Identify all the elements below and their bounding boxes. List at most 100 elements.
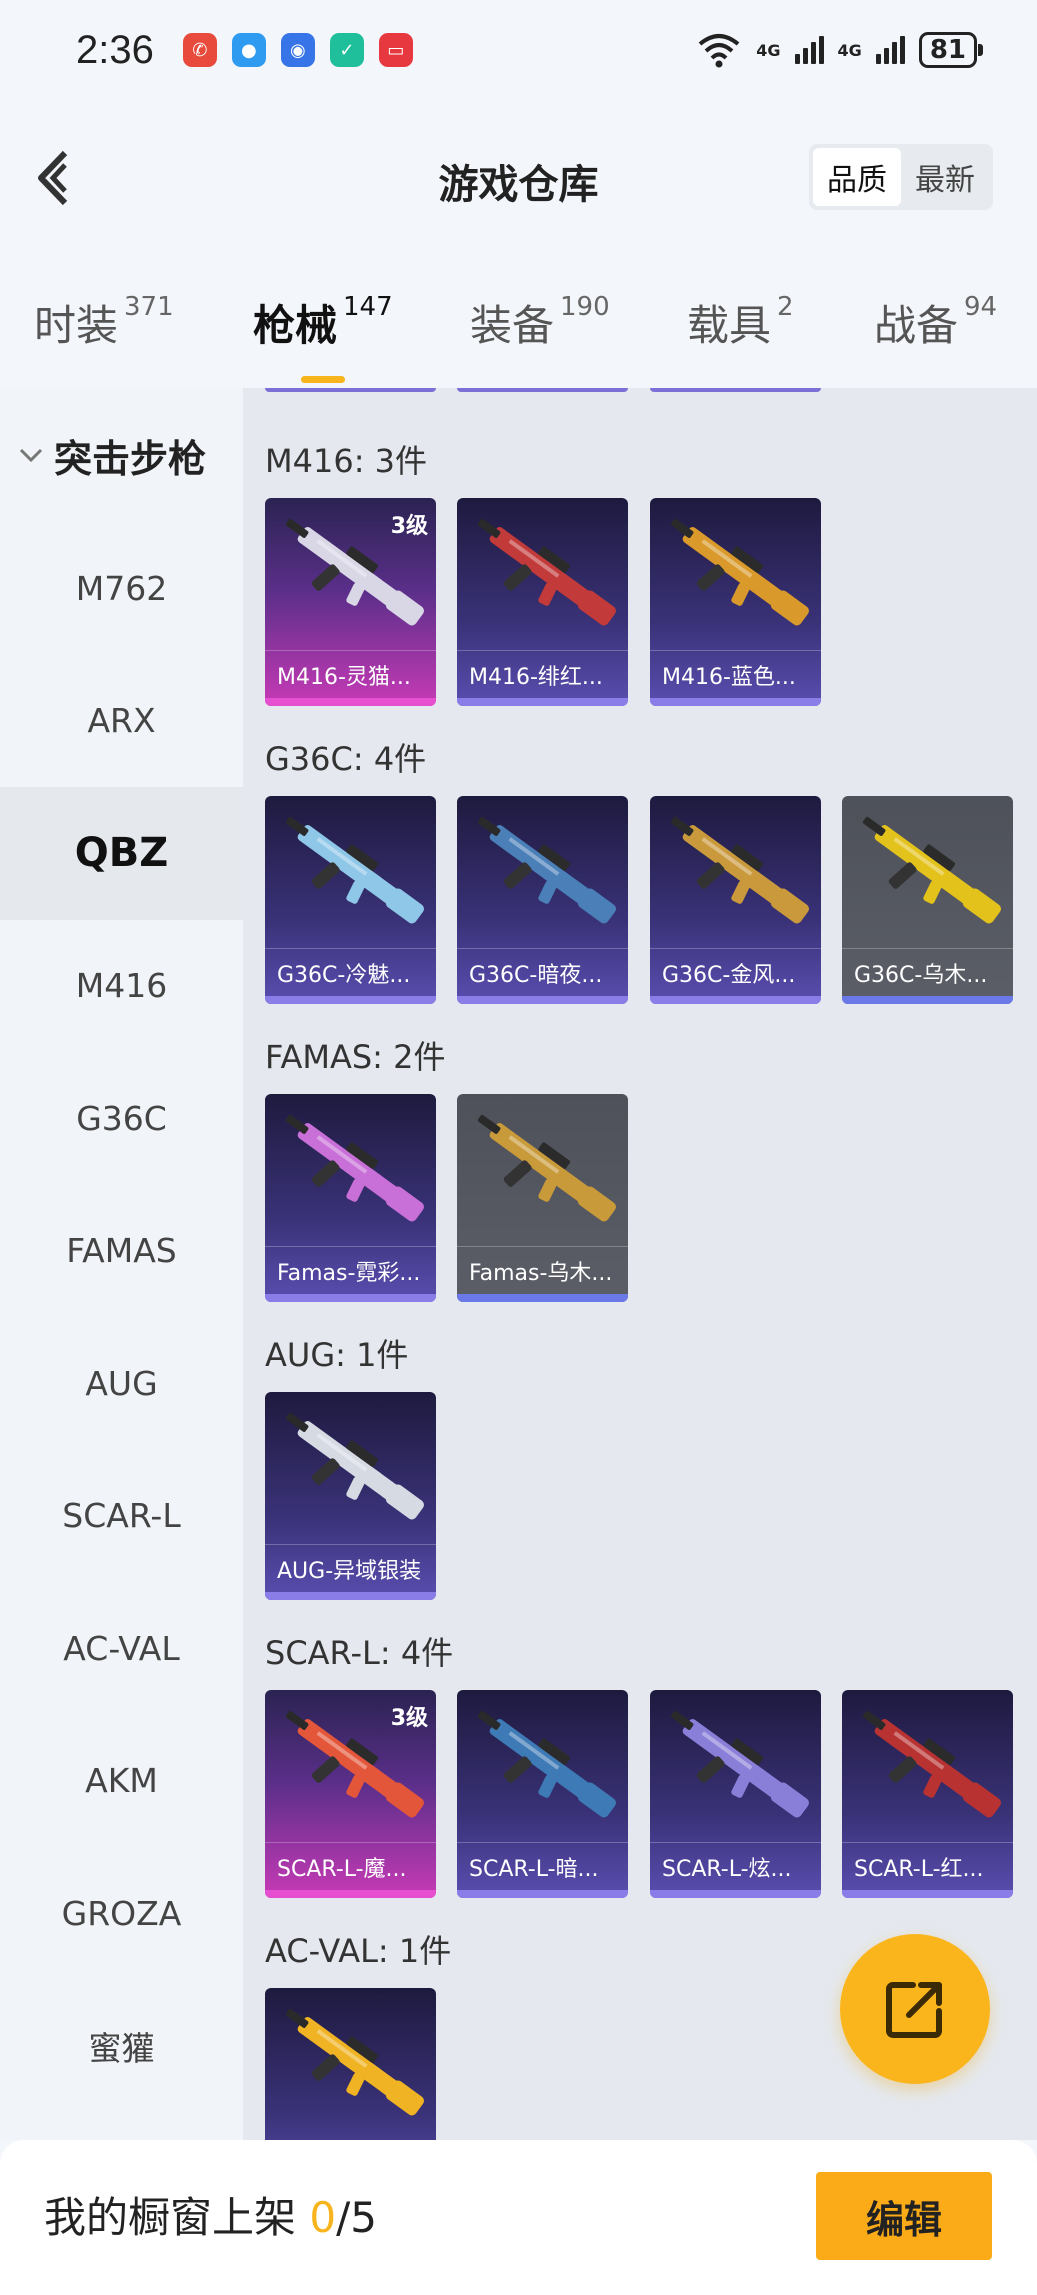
share-button[interactable]	[840, 1934, 990, 2084]
app-shield-icon: ◉	[280, 33, 315, 67]
sidebar-item-qbz[interactable]: QBZ	[0, 787, 243, 920]
group-label: AUG: 1件	[265, 1336, 409, 1374]
weapon-card[interactable]: G36C-暗夜...	[457, 796, 628, 1004]
sort-option-newest[interactable]: 最新	[901, 148, 989, 206]
tab-equipment[interactable]: 装备 190	[470, 292, 610, 353]
weapon-skin-image	[670, 816, 809, 924]
weapon-card[interactable]: Famas-霓彩...	[265, 1094, 436, 1302]
weapon-type-sidebar: 突击步枪 M762 ARX QBZ M416 G36C FAMAS AUG SC…	[0, 388, 243, 2140]
tab-costume[interactable]: 时装 371	[34, 292, 174, 353]
sidebar-item-aug[interactable]: AUG	[0, 1317, 243, 1450]
weapon-skin-image	[477, 518, 616, 626]
rarity-stripe	[265, 1294, 436, 1302]
rarity-stripe	[265, 698, 436, 706]
header: 游戏仓库 品质 最新	[0, 120, 1037, 235]
sidebar-item-g36c[interactable]: G36C	[0, 1052, 243, 1185]
rarity-stripe	[842, 1890, 1013, 1898]
weapon-grid[interactable]: M416: 3件 3级 M416-灵猫... M416-绯红... M416-蓝色...…	[243, 388, 1037, 2140]
group-label: AC-VAL: 1件	[265, 1932, 452, 1970]
showcase-status: 我的橱窗上架 0/5	[44, 2184, 377, 2245]
share-external-icon	[886, 1982, 942, 2038]
weapon-card[interactable]: SCAR-L-暗...	[457, 1690, 628, 1898]
sidebar-item-scar-l[interactable]: SCAR-L	[0, 1450, 243, 1583]
weapon-skin-image	[862, 1710, 1001, 1818]
sidebar-category-label: 突击步枪	[54, 436, 207, 481]
weapon-skin-image	[670, 518, 809, 626]
weapon-card[interactable]: G36C-冷魅...	[265, 796, 436, 1004]
tab-count: 147	[343, 292, 393, 322]
weapon-card-name: M416-蓝色...	[650, 650, 821, 698]
tab-supplies[interactable]: 战备 94	[874, 292, 997, 353]
weapon-card-name: SCAR-L-暗...	[457, 1842, 628, 1890]
battery-indicator: 81	[918, 32, 984, 68]
tab-vehicles[interactable]: 载具 2	[687, 292, 794, 353]
weapon-skin-image	[477, 816, 616, 924]
rarity-stripe	[457, 698, 628, 706]
sort-toggle: 品质 最新	[809, 144, 993, 210]
weapon-card-name: Famas-乌木...	[457, 1246, 628, 1294]
partial-card-edge	[650, 388, 821, 392]
sidebar-item-akm[interactable]: AKM	[0, 1715, 243, 1848]
sidebar-item-groza[interactable]: GROZA	[0, 1847, 243, 1980]
weapon-card[interactable]: SCAR-L-炫...	[650, 1690, 821, 1898]
weapon-card[interactable]: SCAR-L-红...	[842, 1690, 1013, 1898]
weapon-card-name: G36C-冷魅...	[265, 948, 436, 996]
security-check-icon: ✓	[329, 33, 364, 67]
weapon-card[interactable]	[265, 1988, 436, 2140]
weapon-card[interactable]: M416-蓝色...	[650, 498, 821, 706]
weapon-card-name: G36C-金风...	[650, 948, 821, 996]
showcase-bottom-bar: 我的橱窗上架 0/5 编辑	[0, 2140, 1037, 2295]
tab-label: 载具	[687, 301, 772, 350]
wifi-icon	[698, 34, 740, 68]
sidebar-item-honey-badger[interactable]: 蜜獾	[0, 1980, 243, 2113]
rarity-stripe	[457, 1294, 628, 1302]
weapon-card[interactable]: AUG-异域银装	[265, 1392, 436, 1600]
rarity-stripe	[457, 996, 628, 1004]
tab-count: 190	[560, 292, 610, 322]
tab-guns[interactable]: 枪械 147	[253, 292, 393, 383]
weapon-skin-image	[285, 1114, 424, 1222]
partial-card-edge	[265, 388, 436, 392]
showcase-total: /5	[336, 2193, 377, 2242]
edit-button[interactable]: 编辑	[816, 2172, 992, 2260]
chat-icon: ●	[231, 33, 266, 67]
weapon-card-name: M416-绯红...	[457, 650, 628, 698]
rarity-stripe	[265, 1890, 436, 1898]
sidebar-item-arx[interactable]: ARX	[0, 655, 243, 788]
skin-level-badge: 3级	[390, 514, 428, 539]
category-tabs: 时装 371 枪械 147 装备 190 载具 2 战备 94	[0, 270, 1037, 388]
rarity-stripe	[265, 996, 436, 1004]
group-label: G36C: 4件	[265, 740, 427, 778]
chevron-down-icon	[19, 448, 43, 463]
weapon-card[interactable]: 3级 M416-灵猫...	[265, 498, 436, 706]
signal-bars-icon	[794, 36, 824, 64]
rarity-stripe	[650, 996, 821, 1004]
sidebar-category-header[interactable]: 突击步枪	[0, 388, 243, 522]
weapon-skin-image	[285, 816, 424, 924]
tab-label: 战备	[874, 301, 959, 350]
weapon-card-name: AUG-异域银装	[265, 1544, 436, 1592]
tab-count: 94	[964, 292, 998, 322]
phone-missed-icon: ✆	[182, 33, 217, 67]
back-button[interactable]	[28, 148, 78, 208]
weapon-card[interactable]: G36C-金风...	[650, 796, 821, 1004]
tab-label: 枪械	[253, 301, 338, 350]
sidebar-item-famas[interactable]: FAMAS	[0, 1185, 243, 1318]
showcase-label: 我的橱窗上架	[44, 2193, 310, 2242]
tab-label: 时装	[34, 301, 119, 350]
weapon-card[interactable]: Famas-乌木...	[457, 1094, 628, 1302]
weapon-card[interactable]: M416-绯红...	[457, 498, 628, 706]
weapon-card[interactable]: G36C-乌木...	[842, 796, 1013, 1004]
sidebar-item-m762[interactable]: M762	[0, 522, 243, 655]
active-tab-indicator	[301, 376, 345, 383]
partial-card-edge	[457, 388, 628, 392]
weapon-card[interactable]: 3级 SCAR-L-魔...	[265, 1690, 436, 1898]
showcase-current-count: 0	[309, 2193, 337, 2242]
tab-label: 装备	[470, 301, 555, 350]
weapon-card-name: SCAR-L-魔...	[265, 1842, 436, 1890]
sort-option-quality[interactable]: 品质	[813, 148, 901, 206]
sidebar-item-m416[interactable]: M416	[0, 920, 243, 1053]
weapon-skin-image	[285, 2008, 424, 2116]
sidebar-item-ac-val[interactable]: AC-VAL	[0, 1582, 243, 1715]
weapon-skin-image	[477, 1114, 616, 1222]
